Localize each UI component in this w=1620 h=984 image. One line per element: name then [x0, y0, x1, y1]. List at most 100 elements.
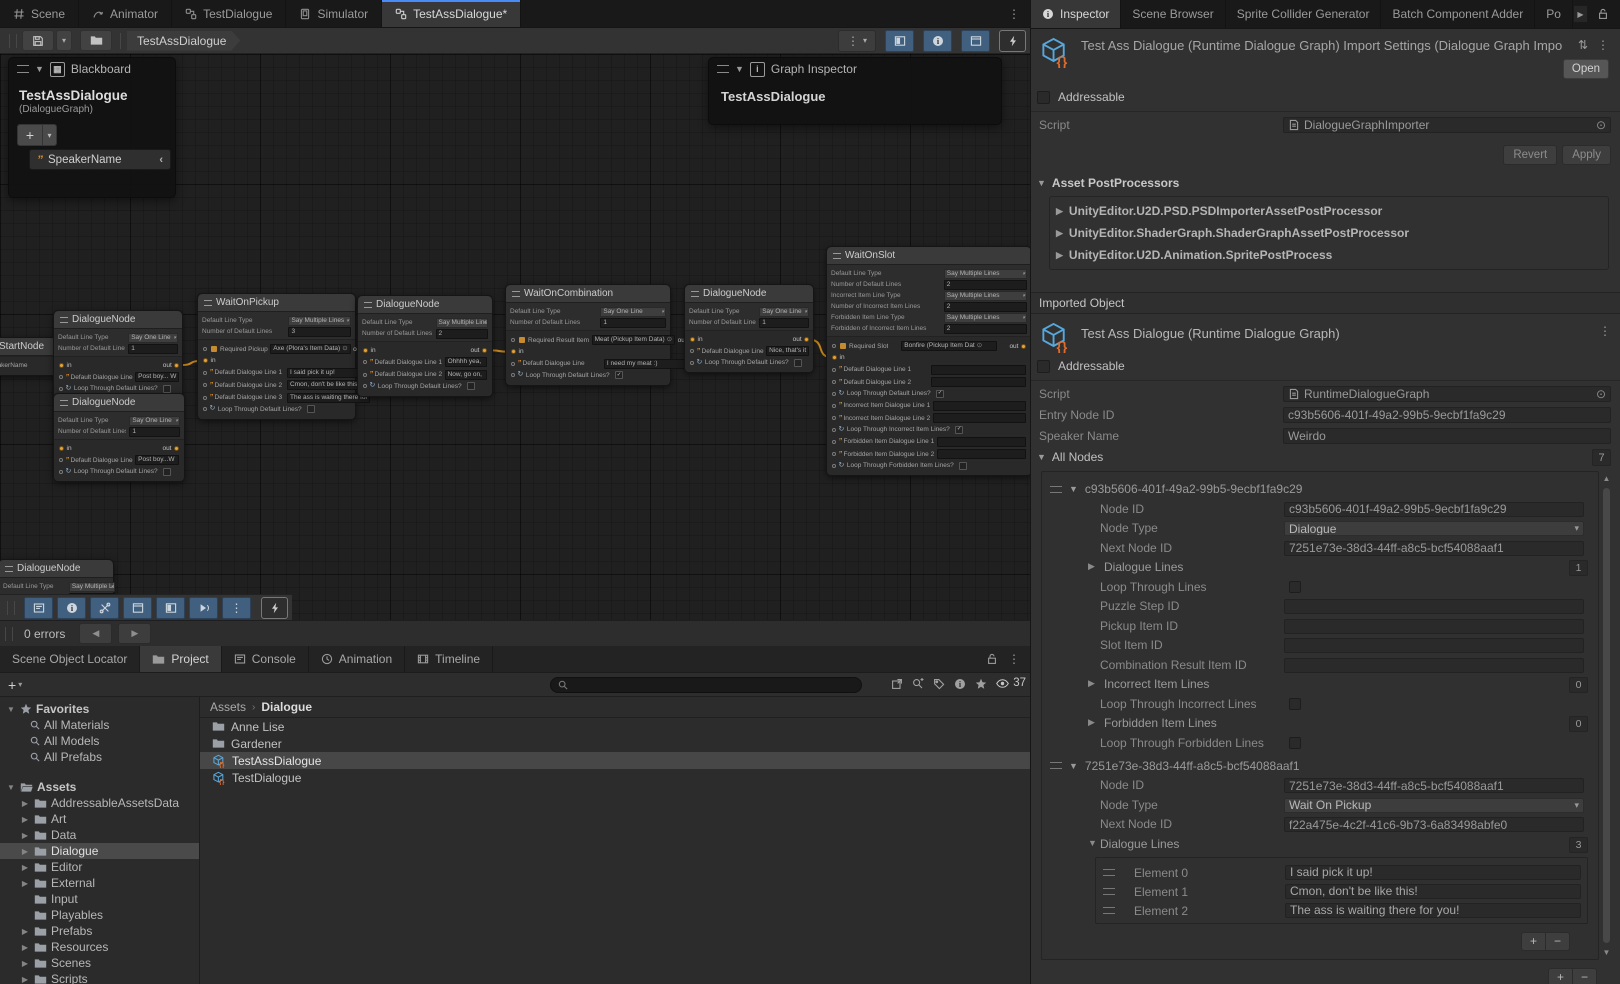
text-field[interactable]: Post boy... W: [135, 372, 179, 382]
asset-item-testdialogue[interactable]: {}TestDialogue: [200, 769, 1030, 786]
property-input[interactable]: 1: [600, 318, 666, 328]
text-field[interactable]: [1284, 638, 1584, 653]
text-field[interactable]: Now, go on,: [445, 370, 487, 380]
remove-element-button[interactable]: −: [1573, 968, 1597, 984]
graph-inspector-header[interactable]: ▼ i Graph Inspector: [709, 58, 1001, 80]
field-port-icon[interactable]: [203, 347, 207, 351]
in-port[interactable]: in: [832, 354, 845, 361]
property-input[interactable]: 1: [129, 427, 180, 437]
field-port-icon[interactable]: [59, 470, 63, 474]
property-input[interactable]: 2: [944, 324, 1027, 334]
foldout-row[interactable]: ▶Incorrect Item Lines0: [1050, 677, 1588, 692]
assets-root[interactable]: ▼Assets: [0, 779, 199, 795]
graph-node-dialoguenode[interactable]: DialogueNodeDefault Line TypeSay Multipl…: [357, 295, 493, 397]
toggle-blackboard-button[interactable]: [885, 30, 914, 52]
apply-button[interactable]: Apply: [1562, 145, 1611, 165]
object-picker-icon[interactable]: ⊙: [1596, 118, 1606, 132]
kebab-menu-icon[interactable]: ⋮: [1599, 324, 1611, 338]
property-input[interactable]: 1: [759, 318, 809, 328]
tree-folder-editor[interactable]: ▶Editor: [0, 859, 199, 875]
text-field[interactable]: Ohhhh yea,: [445, 357, 487, 367]
element-field[interactable]: I said pick it up!: [1285, 865, 1581, 880]
save-dropdown-button[interactable]: ▾: [56, 30, 72, 51]
field-port-icon[interactable]: [59, 458, 63, 462]
all-nodes-count[interactable]: 7: [1592, 449, 1611, 466]
checkbox[interactable]: [959, 462, 967, 470]
window-tab-testdialogue[interactable]: TestDialogue: [172, 0, 286, 27]
create-asset-button[interactable]: +: [8, 677, 16, 693]
property-dropdown[interactable]: Say Multiple Lines▾: [944, 313, 1027, 323]
blackboard-header[interactable]: ▼ ▦ Blackboard: [9, 58, 175, 80]
graph-tool-kebab-button[interactable]: ⋮: [222, 597, 251, 619]
save-button[interactable]: [22, 30, 54, 51]
property-dropdown[interactable]: Say One Line▾: [129, 416, 180, 426]
all-nodes-row[interactable]: ▼ All Nodes 7: [1037, 449, 1611, 465]
count-field[interactable]: 3: [1569, 837, 1588, 853]
property-dropdown[interactable]: Say Multiple Lines▾: [69, 582, 115, 592]
in-port[interactable]: in: [363, 347, 376, 354]
in-port[interactable]: in: [59, 445, 72, 452]
script-field[interactable]: DialogueGraphImporter ⊙: [1283, 117, 1611, 133]
text-field[interactable]: [1284, 658, 1584, 673]
field-port-icon[interactable]: [832, 404, 836, 408]
presets-icon[interactable]: ⇅: [1578, 38, 1588, 52]
field-value[interactable]: c93b5606-401f-49a2-99b5-9ecbf1fa9c29: [1283, 407, 1611, 423]
inspector-tab-inspector[interactable]: iInspector: [1031, 0, 1121, 28]
field-port-icon[interactable]: [363, 360, 367, 364]
kebab-menu-icon[interactable]: ⋮: [1008, 652, 1020, 666]
tab-scroll-right-button[interactable]: ▶: [1573, 5, 1588, 23]
checkbox[interactable]: [163, 385, 171, 393]
property-input[interactable]: 2: [436, 329, 488, 339]
previous-error-button[interactable]: ◀: [79, 623, 112, 644]
text-field[interactable]: [931, 365, 1026, 375]
node-entry-header[interactable]: ▼c93b5606-401f-49a2-99b5-9ecbf1fa9c29: [1050, 481, 1588, 497]
checkbox[interactable]: [794, 359, 802, 367]
foldout-row[interactable]: ▼Dialogue Lines3: [1050, 837, 1588, 852]
graph-tool-console-button[interactable]: [24, 597, 53, 619]
tree-folder-playables[interactable]: Playables: [0, 907, 199, 923]
graph-node-dialoguenode[interactable]: DialogueNodeDefault Line TypeSay One Lin…: [53, 393, 185, 482]
postprocessor-row[interactable]: ▶UnityEditor.ShaderGraph.ShaderGraphAsse…: [1056, 222, 1602, 244]
text-field[interactable]: 7251e73e-38d3-44ff-a8c5-bcf54088aaf1: [1284, 778, 1584, 793]
search-input[interactable]: [550, 677, 862, 693]
window-tab-simulator[interactable]: Simulator: [286, 0, 382, 27]
tree-folder-art[interactable]: ▶Art: [0, 811, 199, 827]
text-field[interactable]: [1284, 599, 1584, 614]
remove-element-button[interactable]: −: [1546, 932, 1570, 951]
field-port-icon[interactable]: [832, 452, 836, 456]
text-field[interactable]: [937, 437, 1026, 447]
inspector-tab-batch-component-adder[interactable]: Batch Component Adder: [1381, 0, 1535, 28]
in-port[interactable]: in: [511, 348, 524, 355]
field-port-icon[interactable]: [363, 373, 367, 377]
checkbox[interactable]: [1289, 698, 1301, 710]
count-field[interactable]: 0: [1569, 677, 1588, 693]
field-port-icon[interactable]: [690, 349, 694, 353]
tree-folder-prefabs[interactable]: ▶Prefabs: [0, 923, 199, 939]
checkbox[interactable]: [307, 405, 315, 413]
node-title-bar[interactable]: DialogueNode: [0, 560, 113, 578]
field-port-icon[interactable]: [203, 407, 207, 411]
text-field[interactable]: 7251e73e-38d3-44ff-a8c5-bcf54088aaf1: [1284, 541, 1584, 556]
count-field[interactable]: 1: [1569, 560, 1588, 576]
graph-canvas[interactable]: ▼ ▦ Blackboard TestAssDialogue (Dialogue…: [0, 54, 1030, 620]
blackboard-property-speakername[interactable]: ” SpeakerName ‹: [29, 149, 171, 170]
expose-arrow-icon[interactable]: ‹: [159, 154, 163, 166]
graph-tool-window-button[interactable]: [123, 597, 152, 619]
node-title-bar[interactable]: DialogueNode: [54, 311, 182, 329]
element-field[interactable]: Cmon, don't be like this!: [1285, 884, 1581, 899]
scroll-down-icon[interactable]: ▼: [1601, 948, 1612, 957]
add-element-button[interactable]: +: [1521, 932, 1546, 951]
hidden-items-count[interactable]: 37: [996, 677, 1026, 689]
tree-folder-input[interactable]: Input: [0, 891, 199, 907]
toggle-live-preview-button[interactable]: [999, 30, 1026, 52]
open-search-window-button[interactable]: [891, 676, 903, 690]
tree-folder-scripts[interactable]: ▶Scripts: [0, 971, 199, 984]
kebab-menu-icon[interactable]: ⋮: [1597, 38, 1609, 52]
bottom-tab-scene-object-locator[interactable]: Scene Object Locator: [0, 646, 140, 672]
favorite-all-materials[interactable]: All Materials: [0, 717, 199, 733]
in-port[interactable]: in: [203, 357, 216, 364]
field-port-icon[interactable]: [363, 384, 367, 388]
foldout-row[interactable]: ▶Forbidden Item Lines0: [1050, 716, 1588, 731]
text-field[interactable]: [931, 377, 1026, 387]
graph-inspector-panel[interactable]: ▼ i Graph Inspector TestAssDialogue: [708, 57, 1002, 125]
